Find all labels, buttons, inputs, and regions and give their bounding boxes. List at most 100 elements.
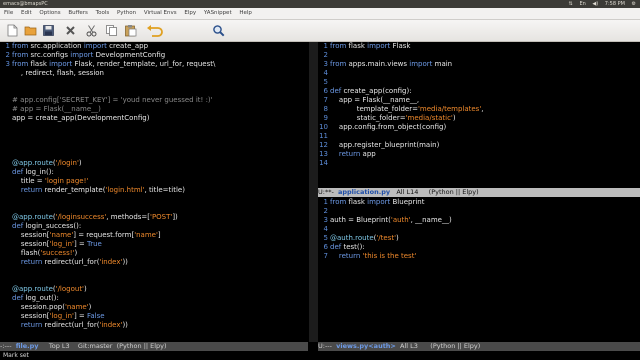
code-line[interactable]: 3 from flask import Flask, render_templat… bbox=[0, 60, 308, 69]
menu-help[interactable]: Help bbox=[239, 10, 252, 16]
search-icon[interactable] bbox=[212, 24, 225, 37]
code-line[interactable] bbox=[0, 150, 308, 159]
network-icon[interactable]: ⇅ bbox=[569, 1, 573, 7]
line-number: 11 bbox=[319, 132, 328, 140]
code-line[interactable]: 4 bbox=[318, 225, 640, 234]
code-line[interactable]: 1 from flask import Flask bbox=[318, 42, 640, 51]
code-line[interactable]: 12 app.register_blueprint(main) bbox=[318, 141, 640, 150]
menu-yasnippet[interactable]: YASnippet bbox=[204, 10, 232, 16]
code-line[interactable]: 10 app.config.from_object(config) bbox=[318, 123, 640, 132]
code-line[interactable]: 5 bbox=[318, 78, 640, 87]
code-line[interactable]: def log_in(): bbox=[0, 168, 308, 177]
code-line[interactable]: 2 bbox=[318, 207, 640, 216]
minibuffer[interactable]: Mark set bbox=[0, 351, 640, 360]
code-line[interactable]: 7 app = Flask(__name__, bbox=[318, 96, 640, 105]
left-modeline: -:--- file.py Top L3 Git:master (Python … bbox=[0, 342, 308, 351]
code-line[interactable]: 1 from flask import Blueprint bbox=[318, 198, 640, 207]
modeline-buffer-name[interactable]: file.py bbox=[16, 342, 39, 350]
code-line[interactable]: title = 'login page!' bbox=[0, 177, 308, 186]
code-line[interactable]: 8 template_folder='media/templates', bbox=[318, 105, 640, 114]
code-line[interactable]: # app.config['SECRET_KEY'] = 'youd never… bbox=[0, 96, 308, 105]
toolbar bbox=[0, 20, 640, 42]
modeline-buffer-name[interactable]: views.py<auth> bbox=[336, 342, 396, 350]
code-line[interactable]: return redirect(url_for('index')) bbox=[0, 258, 308, 267]
keyboard-layout-indicator[interactable]: En bbox=[579, 1, 585, 7]
code-line[interactable]: return redirect(url_for('index')) bbox=[0, 321, 308, 330]
code-line[interactable]: @app.route('/login') bbox=[0, 159, 308, 168]
modeline-buffer-name[interactable]: application.py bbox=[338, 188, 390, 196]
code-line[interactable]: flash('success!') bbox=[0, 249, 308, 258]
code-line[interactable]: def login_success(): bbox=[0, 222, 308, 231]
undo-icon[interactable] bbox=[145, 24, 165, 37]
open-folder-icon[interactable] bbox=[24, 24, 37, 37]
code-line[interactable] bbox=[0, 330, 308, 339]
code-line[interactable] bbox=[0, 132, 308, 141]
copy-icon[interactable] bbox=[105, 24, 118, 37]
code-line[interactable]: 1 from src.application import create_app bbox=[0, 42, 308, 51]
code-text: return 'this is the test' bbox=[338, 252, 417, 260]
code-line[interactable]: 2 bbox=[318, 51, 640, 60]
code-line[interactable] bbox=[0, 195, 308, 204]
clock[interactable]: 7:58 PM bbox=[605, 1, 625, 7]
menu-edit[interactable]: Edit bbox=[21, 10, 32, 16]
menu-elpy[interactable]: Elpy bbox=[184, 10, 196, 16]
paste-icon[interactable] bbox=[124, 24, 137, 37]
code-line[interactable]: session['log_in'] = False bbox=[0, 312, 308, 321]
window-divider[interactable] bbox=[309, 42, 318, 342]
menu-virtual-envs[interactable]: Virtual Envs bbox=[144, 10, 177, 16]
code-line[interactable]: 5 @auth.route('/test') bbox=[318, 234, 640, 243]
code-text: def log_out(): bbox=[12, 294, 59, 302]
close-icon[interactable] bbox=[64, 24, 77, 37]
code-line[interactable] bbox=[0, 87, 308, 96]
code-line[interactable]: return render_template('login.html', tit… bbox=[0, 186, 308, 195]
code-line[interactable]: 6 def test(): bbox=[318, 243, 640, 252]
code-line[interactable] bbox=[0, 123, 308, 132]
code-line[interactable]: @app.route('/loginsuccess', methods=['PO… bbox=[0, 213, 308, 222]
left-editor-window[interactable]: 1 from src.application import create_app 2… bbox=[0, 42, 308, 342]
code-text: # app = Flask(__name__) bbox=[12, 105, 101, 113]
menu-tools[interactable]: Tools bbox=[96, 10, 110, 16]
code-text: @app.route('/loginsuccess', methods=['PO… bbox=[12, 213, 178, 221]
cut-icon[interactable] bbox=[85, 24, 98, 37]
menu-python[interactable]: Python bbox=[117, 10, 136, 16]
code-line[interactable]: , redirect, flash, session bbox=[0, 69, 308, 78]
code-line[interactable]: 9 static_folder='media/static') bbox=[318, 114, 640, 123]
menu-options[interactable]: Options bbox=[39, 10, 60, 16]
menu-file[interactable]: File bbox=[4, 10, 13, 16]
code-line[interactable]: 11 bbox=[318, 132, 640, 141]
line-number: 14 bbox=[319, 159, 328, 167]
code-line[interactable]: app = create_app(DevelopmentConfig) bbox=[0, 114, 308, 123]
code-line[interactable]: session.pop('name') bbox=[0, 303, 308, 312]
right-top-editor-window[interactable]: 1 from flask import Flask 2 3 from apps.main… bbox=[318, 42, 640, 188]
code-line[interactable] bbox=[0, 204, 308, 213]
code-line[interactable]: 3 auth = Blueprint('auth', __name__) bbox=[318, 216, 640, 225]
code-text: return redirect(url_for('index')) bbox=[20, 258, 128, 266]
code-line[interactable] bbox=[0, 276, 308, 285]
settings-gear-icon[interactable]: ⚙ bbox=[632, 1, 636, 7]
new-file-icon[interactable] bbox=[6, 24, 19, 37]
code-line[interactable] bbox=[0, 78, 308, 87]
code-line[interactable]: 3 from apps.main.views import main bbox=[318, 60, 640, 69]
code-line[interactable]: session['name'] = request.form['name'] bbox=[0, 231, 308, 240]
code-line[interactable]: 13 return app bbox=[318, 150, 640, 159]
code-line[interactable]: 7 return 'this is the test' bbox=[318, 252, 640, 261]
code-line[interactable] bbox=[0, 141, 308, 150]
code-line[interactable]: 6 def create_app(config): bbox=[318, 87, 640, 96]
code-line[interactable]: # app = Flask(__name__) bbox=[0, 105, 308, 114]
modeline-info: Top L3 Git:master (Python || Elpy) bbox=[38, 342, 167, 350]
code-line[interactable] bbox=[0, 267, 308, 276]
code-text: # app.config['SECRET_KEY'] = 'youd never… bbox=[12, 96, 213, 104]
code-line[interactable]: 2 from src.configs import DevelopmentConf… bbox=[0, 51, 308, 60]
code-line[interactable]: @app.route('/logout') bbox=[0, 285, 308, 294]
code-text: def test(): bbox=[330, 243, 365, 251]
volume-icon[interactable]: ◀) bbox=[592, 1, 598, 7]
menu-buffers[interactable]: Buffers bbox=[68, 10, 88, 16]
right-bottom-editor-window[interactable]: 1 from flask import Blueprint 2 3 auth = Blu… bbox=[318, 198, 640, 342]
code-text: session['log_in'] = False bbox=[12, 312, 105, 320]
code-line[interactable]: 4 bbox=[318, 69, 640, 78]
code-line[interactable]: session['log_in'] = True bbox=[0, 240, 308, 249]
line-number: 10 bbox=[319, 123, 328, 131]
code-line[interactable]: 14 bbox=[318, 159, 640, 168]
save-icon[interactable] bbox=[42, 24, 55, 37]
code-line[interactable]: def log_out(): bbox=[0, 294, 308, 303]
